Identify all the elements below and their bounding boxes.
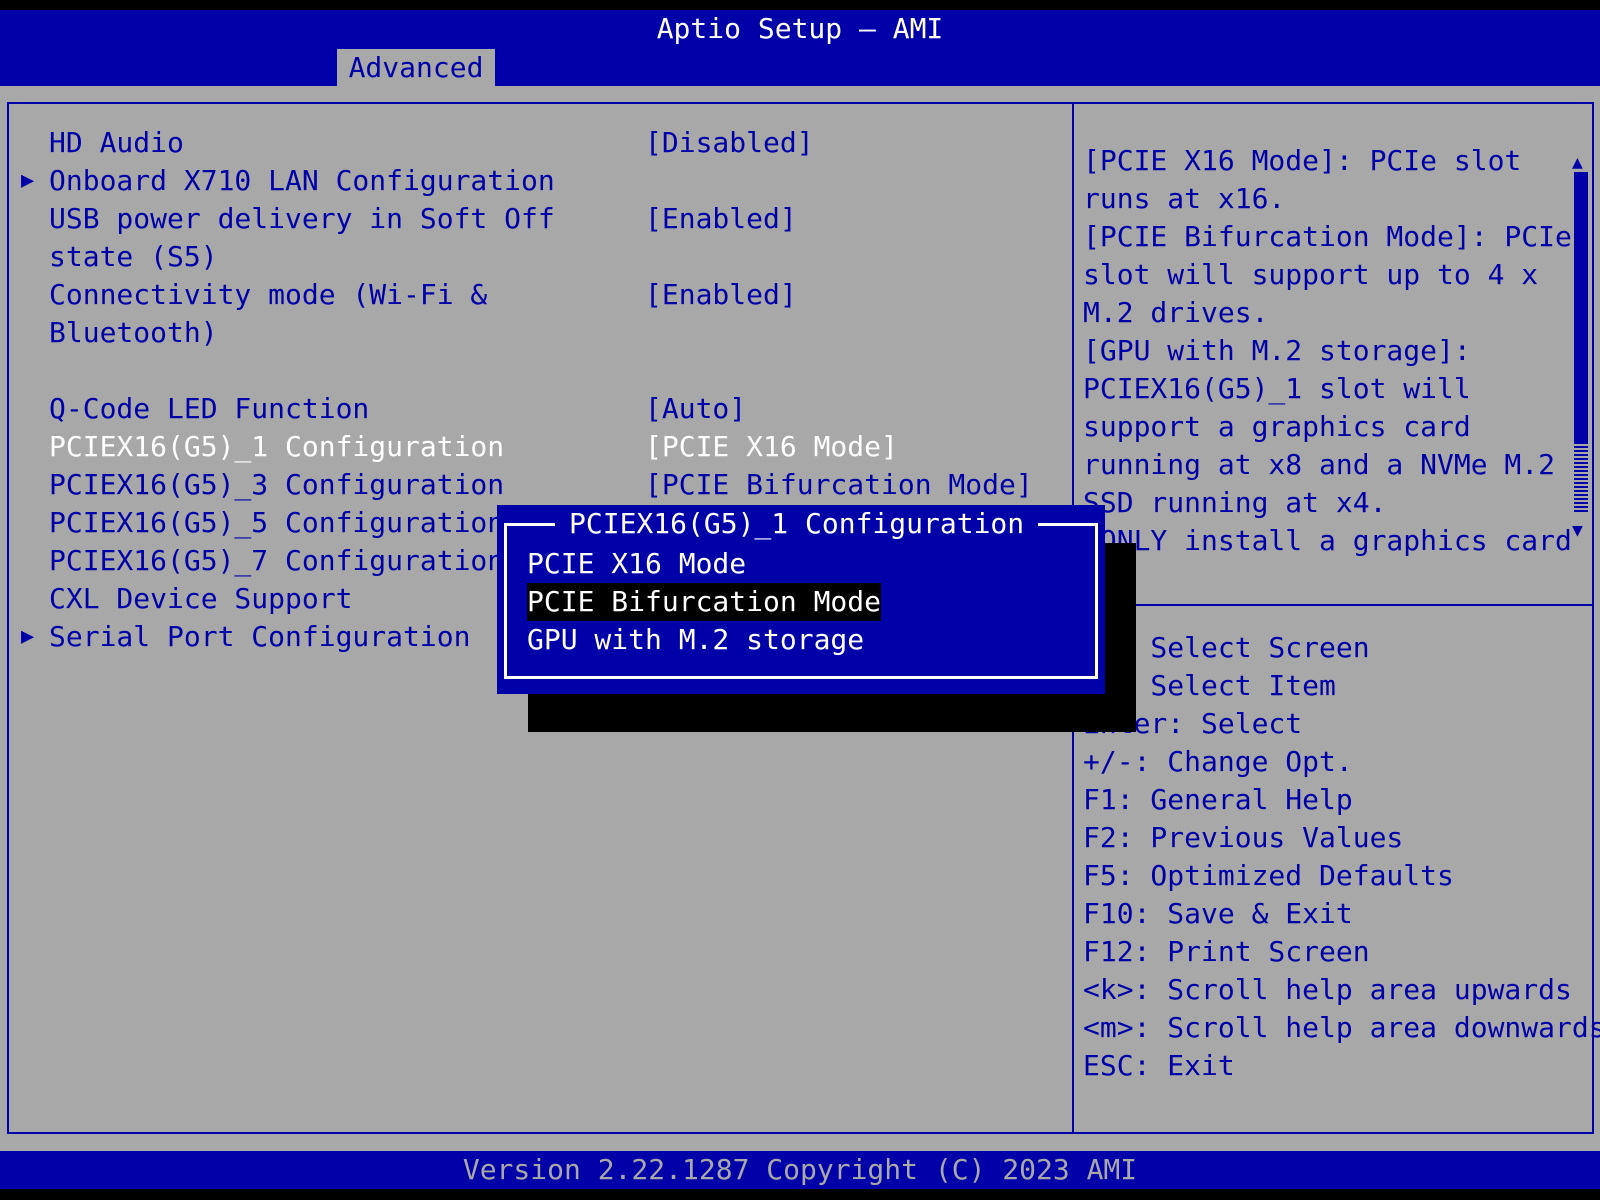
popup-option-gpu-m2[interactable]: GPU with M.2 storage bbox=[527, 621, 864, 659]
help-line: slot will support up to 4 x bbox=[1083, 258, 1539, 291]
setting-row-qcode-led[interactable]: Q-Code LED Function [Auto] bbox=[9, 390, 1072, 428]
help-line: SSD running at x4. bbox=[1083, 486, 1387, 519]
submenu-arrow-icon: ▶ bbox=[21, 168, 35, 193]
setting-label: USB power delivery in Soft Off bbox=[49, 202, 555, 235]
setting-value[interactable]: [Enabled] bbox=[645, 200, 797, 238]
help-line: support a graphics card bbox=[1083, 410, 1471, 443]
help-line: runs at x16. bbox=[1083, 182, 1286, 215]
help-line: [PCIE X16 Mode]: PCIe slot bbox=[1083, 144, 1522, 177]
setting-value[interactable]: [PCIE X16 Mode] bbox=[645, 428, 898, 466]
key-hint: F10: Save & Exit bbox=[1083, 897, 1353, 930]
setting-label: Q-Code LED Function bbox=[49, 392, 370, 425]
help-scrollbar-thumb[interactable] bbox=[1574, 172, 1588, 442]
help-line: PCIEX16(G5)_1 slot will bbox=[1083, 372, 1471, 405]
key-hint: F5: Optimized Defaults bbox=[1083, 859, 1454, 892]
help-line: [PCIE Bifurcation Mode]: PCIe bbox=[1083, 220, 1572, 253]
version-footer: Version 2.22.1287 Copyright (C) 2023 AMI bbox=[0, 1151, 1600, 1189]
setting-row-connectivity-line2: Bluetooth) bbox=[9, 314, 1072, 352]
setting-row-hd-audio[interactable]: HD Audio [Disabled] bbox=[9, 124, 1072, 162]
popup-option-pcie-x16[interactable]: PCIE X16 Mode bbox=[527, 545, 746, 583]
help-line: *ONLY install a graphics card bbox=[1083, 524, 1572, 557]
setting-value[interactable]: [PCIE Bifurcation Mode] bbox=[645, 466, 1033, 504]
setting-value[interactable]: [Disabled] bbox=[645, 124, 814, 162]
key-hint: <k>: Scroll help area upwards bbox=[1083, 973, 1572, 1006]
key-hint: +/-: Change Opt. bbox=[1083, 745, 1353, 778]
setting-label: PCIEX16(G5)_7 Configuration bbox=[49, 544, 505, 577]
setting-value[interactable]: [Auto] bbox=[645, 390, 746, 428]
setting-label: PCIEX16(G5)_1 Configuration bbox=[49, 430, 505, 463]
key-hint: →←: Select Screen bbox=[1083, 631, 1370, 664]
setting-label-line2: state (S5) bbox=[49, 240, 218, 273]
help-divider bbox=[1074, 604, 1592, 606]
setting-label: CXL Device Support bbox=[49, 582, 353, 615]
key-hint: <m>: Scroll help area downwards bbox=[1083, 1011, 1600, 1044]
setting-label: Serial Port Configuration bbox=[49, 620, 471, 653]
submenu-arrow-icon: ▶ bbox=[21, 624, 35, 649]
popup-option-pcie-bifurcation[interactable]: PCIE Bifurcation Mode bbox=[527, 583, 882, 621]
key-legend: →←: Select Screen ↑↓: Select Item Enter:… bbox=[1083, 629, 1600, 1085]
setting-row-usb-power-line2: state (S5) bbox=[9, 238, 1072, 276]
app-title: Aptio Setup – AMI bbox=[656, 12, 944, 45]
key-hint: F1: General Help bbox=[1083, 783, 1353, 816]
key-hint: ↑↓: Select Item bbox=[1083, 669, 1336, 702]
setting-label: HD Audio bbox=[49, 126, 184, 159]
setting-value[interactable]: [Enabled] bbox=[645, 276, 797, 314]
setting-label: Onboard X710 LAN Configuration bbox=[49, 164, 555, 197]
setting-row-pciex16-3[interactable]: PCIEX16(G5)_3 Configuration [PCIE Bifurc… bbox=[9, 466, 1072, 504]
help-line: [GPU with M.2 storage]: bbox=[1083, 334, 1471, 367]
help-line: running at x8 and a NVMe M.2 bbox=[1083, 448, 1556, 481]
key-hint: ESC: Exit bbox=[1083, 1049, 1235, 1082]
setting-label-line2: Bluetooth) bbox=[49, 316, 218, 349]
tab-advanced[interactable]: Advanced bbox=[337, 49, 495, 86]
scroll-down-arrow-icon[interactable]: ▼ bbox=[1572, 512, 1583, 550]
setting-label: PCIEX16(G5)_3 Configuration bbox=[49, 468, 505, 501]
key-hint: Enter: Select bbox=[1083, 707, 1303, 740]
option-popup: PCIEX16(G5)_1 Configuration PCIE X16 Mod… bbox=[497, 505, 1105, 694]
key-hint: F2: Previous Values bbox=[1083, 821, 1404, 854]
setting-label: PCIEX16(G5)_5 Configuration bbox=[49, 506, 505, 539]
setting-row-connectivity[interactable]: Connectivity mode (Wi-Fi & [Enabled] bbox=[9, 276, 1072, 314]
help-line: M.2 drives. bbox=[1083, 296, 1269, 329]
help-panel: [PCIE X16 Mode]: PCIe slot runs at x16. … bbox=[1083, 142, 1572, 560]
key-hint: F12: Print Screen bbox=[1083, 935, 1370, 968]
setting-row-usb-power[interactable]: USB power delivery in Soft Off [Enabled] bbox=[9, 200, 1072, 238]
setting-row-onboard-lan[interactable]: ▶ Onboard X710 LAN Configuration bbox=[9, 162, 1072, 200]
setting-label: Connectivity mode (Wi-Fi & bbox=[49, 278, 488, 311]
popup-title: PCIEX16(G5)_1 Configuration bbox=[555, 505, 1039, 543]
setting-row-pciex16-1[interactable]: PCIEX16(G5)_1 Configuration [PCIE X16 Mo… bbox=[9, 428, 1072, 466]
